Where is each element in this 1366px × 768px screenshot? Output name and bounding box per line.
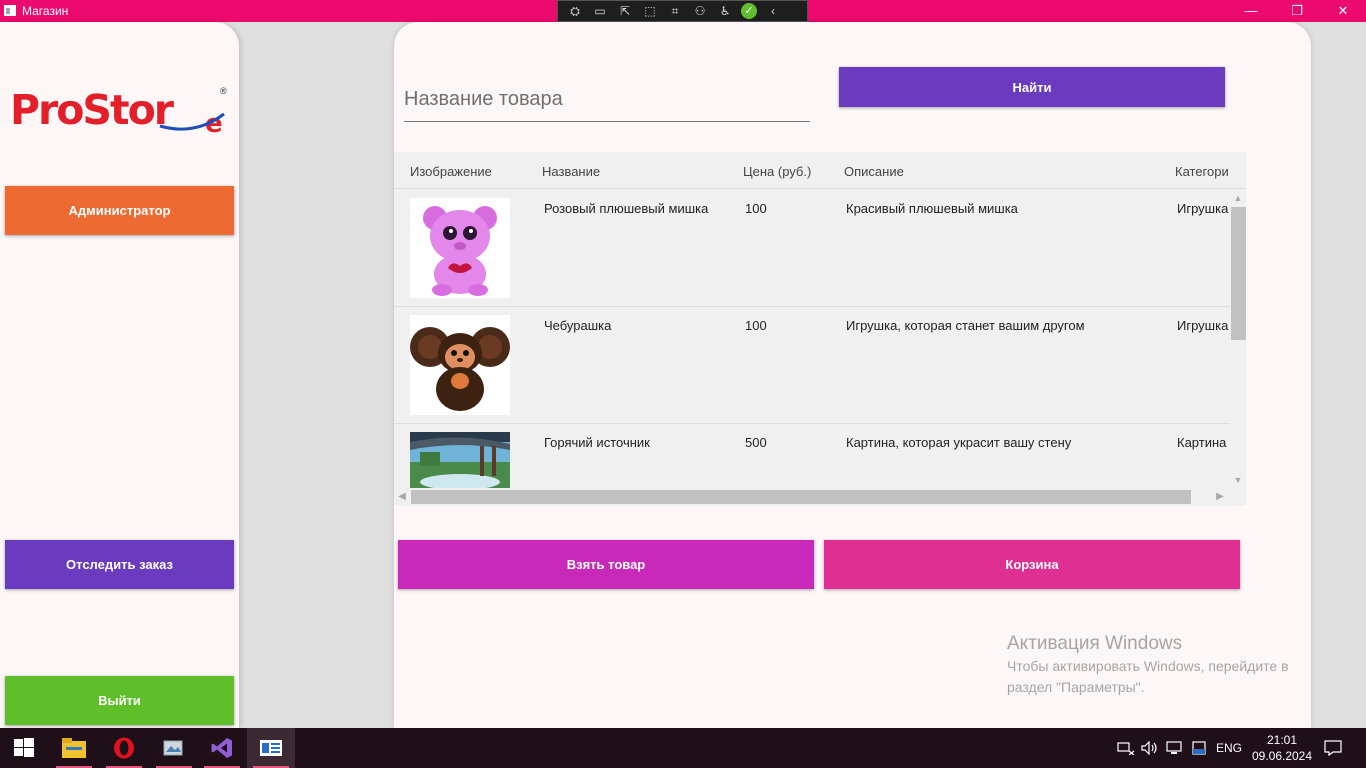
scroll-down-icon[interactable]: ▼ — [1230, 472, 1246, 488]
photos-icon[interactable] — [150, 728, 198, 768]
select-element-icon[interactable]: ⛭ — [566, 3, 584, 19]
grid-rows: Розовый плюшевый мишка 100 Красивый плюш… — [394, 190, 1230, 488]
taskbar: ENG 21:01 09.06.2024 — [0, 728, 1366, 768]
sidebar: ProStor e ® Администратор Отследить зака… — [0, 22, 239, 728]
product-name: Чебурашка — [544, 318, 612, 333]
admin-button[interactable]: Администратор — [5, 186, 234, 235]
opera-icon[interactable] — [100, 728, 148, 768]
product-image-pink-teddy-bear — [410, 198, 510, 298]
binding-failures-icon[interactable]: ⌗ — [666, 3, 684, 19]
grid-header: Изображение Название Цена (руб.) Описани… — [394, 152, 1246, 189]
scroll-up-icon[interactable]: ▲ — [1230, 190, 1246, 206]
product-description: Игрушка, которая станет вашим другом — [846, 318, 1085, 333]
clock-time: 21:01 — [1266, 733, 1298, 747]
track-focus-icon[interactable]: ⇱ — [616, 3, 634, 19]
battery-icon[interactable] — [1192, 728, 1206, 768]
column-header-name[interactable]: Название — [542, 164, 600, 179]
network-icon[interactable] — [1117, 728, 1135, 768]
prostore-logo-image: ProStor e ® — [10, 86, 227, 139]
horizontal-scrollbar[interactable]: ◀ ▶ — [394, 488, 1246, 506]
watermark-line1: Чтобы активировать Windows, перейдите в — [1007, 658, 1289, 674]
column-header-description[interactable]: Описание — [844, 164, 904, 179]
registered-mark: ® — [220, 86, 227, 96]
product-image-hot-spring-painting — [410, 432, 510, 488]
window-titlebar: Магазин ⛭ ▭ ⇱ ⬚ ⌗ ⚇ ♿ ✓ ‹ — ❐ ✕ — [0, 0, 1366, 22]
table-row[interactable]: Розовый плюшевый мишка 100 Красивый плюш… — [394, 190, 1230, 307]
scroll-right-icon[interactable]: ▶ — [1212, 488, 1228, 506]
display-layout-icon[interactable]: ▭ — [591, 3, 609, 19]
product-category: Картина — [1177, 435, 1227, 450]
accessibility-icon[interactable]: ♿ — [716, 3, 734, 19]
prostore-logo: ProStor e ® — [10, 84, 230, 144]
clock[interactable]: 21:01 09.06.2024 — [1252, 728, 1312, 768]
scroll-left-icon[interactable]: ◀ — [394, 488, 410, 506]
column-header-image[interactable]: Изображение — [410, 164, 492, 179]
adorners-icon[interactable]: ⬚ — [641, 3, 659, 19]
windows-activation-watermark: Активация Windows Чтобы активировать Win… — [1007, 632, 1289, 698]
search-input[interactable] — [404, 78, 810, 122]
start-icon[interactable] — [0, 728, 48, 768]
xaml-debug-toolbar: ⛭ ▭ ⇱ ⬚ ⌗ ⚇ ♿ ✓ ‹ — [557, 0, 808, 22]
take-item-button[interactable]: Взять товар — [398, 540, 814, 589]
product-price: 500 — [745, 435, 767, 450]
watermark-title: Активация Windows — [1007, 633, 1183, 654]
main-panel: Найти Изображение Название Цена (руб.) О… — [394, 22, 1311, 728]
table-row[interactable]: Чебурашка 100 Игрушка, которая станет ва… — [394, 307, 1230, 424]
find-button[interactable]: Найти — [839, 67, 1225, 107]
notifications-icon[interactable] — [1324, 728, 1342, 768]
horizontal-scroll-thumb[interactable] — [411, 490, 1191, 504]
track-order-button[interactable]: Отследить заказ — [5, 540, 234, 589]
vertical-scrollbar[interactable]: ▲ ▼ — [1230, 190, 1246, 488]
product-category: Игрушка — [1177, 318, 1229, 333]
language-indicator[interactable]: ENG — [1216, 728, 1242, 768]
product-name: Горячий источник — [544, 435, 650, 450]
cart-button[interactable]: Корзина — [824, 540, 1240, 589]
vertical-scroll-thumb[interactable] — [1231, 207, 1246, 340]
column-header-price[interactable]: Цена (руб.) — [743, 164, 811, 179]
product-price: 100 — [745, 201, 767, 216]
check-ok-icon[interactable]: ✓ — [741, 3, 757, 19]
app-icon — [4, 5, 16, 16]
clock-date: 09.06.2024 — [1251, 749, 1313, 763]
product-price: 100 — [745, 318, 767, 333]
product-description: Картина, которая украсит вашу стену — [846, 435, 1072, 450]
table-row[interactable]: Горячий источник 500 Картина, которая ук… — [394, 424, 1230, 488]
maximize-button[interactable]: ❐ — [1274, 0, 1320, 22]
store-app-icon[interactable] — [247, 728, 295, 768]
volume-icon[interactable] — [1141, 728, 1159, 768]
file-explorer-icon[interactable] — [50, 728, 98, 768]
product-image-cheburashka — [410, 315, 510, 415]
svg-text:ProStor: ProStor — [10, 86, 175, 134]
products-grid: Изображение Название Цена (руб.) Описани… — [394, 152, 1246, 506]
product-name: Розовый плюшевый мишка — [544, 201, 709, 216]
product-description: Красивый плюшевый мишка — [846, 201, 1018, 216]
display-icon[interactable] — [1166, 728, 1184, 768]
collapse-toolbar-icon[interactable]: ‹ — [764, 3, 782, 19]
close-button[interactable]: ✕ — [1320, 0, 1366, 22]
exit-button[interactable]: Выйти — [5, 676, 234, 725]
visual-studio-icon[interactable] — [198, 728, 246, 768]
product-category: Игрушка — [1177, 201, 1229, 216]
watermark-line2: раздел "Параметры". — [1007, 679, 1145, 695]
column-header-category[interactable]: Категори — [1175, 164, 1229, 179]
hot-reload-icon[interactable]: ⚇ — [691, 3, 709, 19]
minimize-button[interactable]: — — [1228, 0, 1274, 22]
window-title: Магазин — [22, 4, 69, 18]
